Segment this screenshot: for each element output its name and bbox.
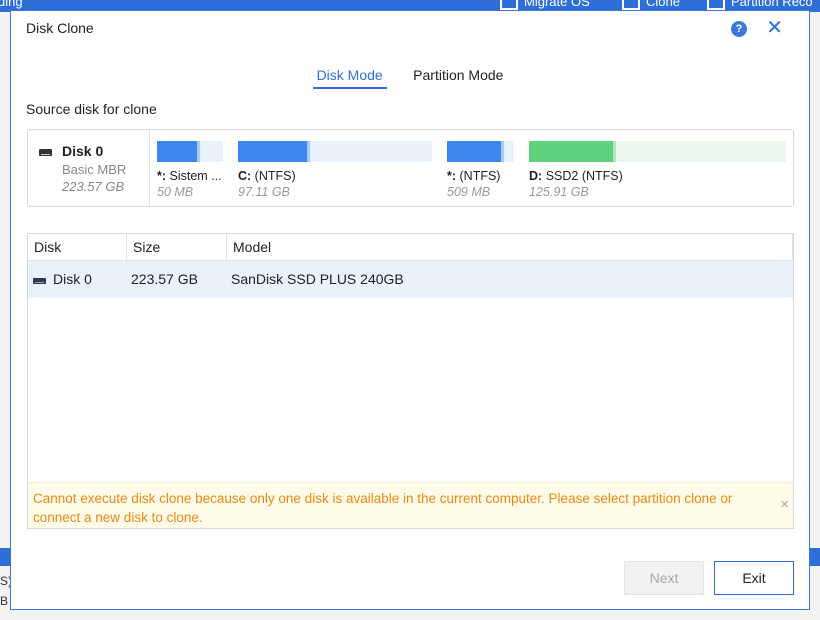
disk-icon <box>33 278 46 284</box>
partition-usage-fill <box>529 141 617 162</box>
clone-label: Clone <box>646 0 680 9</box>
warning-banner: Cannot execute disk clone because only o… <box>28 482 793 528</box>
migrate-icon <box>500 0 518 10</box>
migrate-os-label: Migrate OS <box>524 0 590 9</box>
partition-size: 50 MB <box>157 185 194 199</box>
disk-table: Disk Size Model Disk 0 223.57 GB SanDisk… <box>27 233 794 529</box>
partition-usage-bar <box>157 141 223 162</box>
partition-usage-fill <box>238 141 310 162</box>
source-disk-label: Source disk for clone <box>26 101 157 117</box>
partition-recovery[interactable]: *: (NTFS) 509 MB <box>447 141 514 199</box>
mode-tabs: Disk Mode Partition Mode <box>11 67 809 89</box>
next-button[interactable]: Next <box>624 561 704 595</box>
clone-icon <box>622 0 640 10</box>
partition-recovery-label: Partition Reco <box>731 0 813 9</box>
partition-usage-bar <box>529 141 786 162</box>
source-disk-card[interactable]: Disk 0 Basic MBR 223.57 GB *: Sistem ...… <box>27 129 794 207</box>
disk-size: 223.57 GB <box>62 179 125 194</box>
row-size: 223.57 GB <box>131 271 198 287</box>
close-icon[interactable]: × <box>780 496 789 513</box>
partition-usage-bar <box>447 141 514 162</box>
partition-usage-fill <box>447 141 504 162</box>
disk-icon <box>39 149 52 156</box>
row-disk: Disk 0 <box>53 271 92 287</box>
partition-size: 509 MB <box>447 185 491 199</box>
partition-size: 125.91 GB <box>529 185 589 199</box>
partition-usage-bar <box>238 141 432 162</box>
partition-d[interactable]: D: SSD2 (NTFS) 125.91 GB <box>529 141 786 199</box>
partition-label: D: SSD2 (NTFS) <box>529 169 623 183</box>
close-icon[interactable]: ✕ <box>766 18 783 38</box>
partition-label: *: (NTFS) <box>447 169 501 183</box>
disk-name: Disk 0 <box>62 143 104 159</box>
partition-label: C: (NTFS) <box>238 169 296 183</box>
table-header: Disk Size Model <box>28 234 793 261</box>
partition-c[interactable]: C: (NTFS) 97.11 GB <box>238 141 432 199</box>
row-model: SanDisk SSD PLUS 240GB <box>231 271 404 287</box>
disk-info: Disk 0 Basic MBR 223.57 GB <box>28 130 150 206</box>
tab-disk-mode[interactable]: Disk Mode <box>312 67 387 89</box>
column-header-model[interactable]: Model <box>227 234 793 260</box>
disk-clone-dialog: Disk Clone ? ✕ Disk Mode Partition Mode … <box>10 10 810 610</box>
table-row[interactable]: Disk 0 223.57 GB SanDisk SSD PLUS 240GB <box>28 261 793 298</box>
partition-usage-fill <box>157 141 200 162</box>
tab-partition-mode[interactable]: Partition Mode <box>409 67 507 87</box>
partition-size: 97.11 GB <box>238 185 290 199</box>
partition-system[interactable]: *: Sistem ... 50 MB <box>157 141 223 199</box>
warning-message: Cannot execute disk clone because only o… <box>33 491 733 525</box>
partition-label: *: Sistem ... <box>157 169 222 183</box>
recovery-icon <box>707 0 725 10</box>
disk-type: Basic MBR <box>62 162 127 177</box>
background-row-highlight-right <box>810 548 820 566</box>
help-icon[interactable]: ? <box>731 21 747 37</box>
column-header-size[interactable]: Size <box>127 234 227 260</box>
dialog-title: Disk Clone <box>26 20 94 36</box>
exit-button[interactable]: Exit <box>714 561 794 595</box>
column-header-disk[interactable]: Disk <box>28 234 127 260</box>
background-fragment: B <box>0 594 9 608</box>
